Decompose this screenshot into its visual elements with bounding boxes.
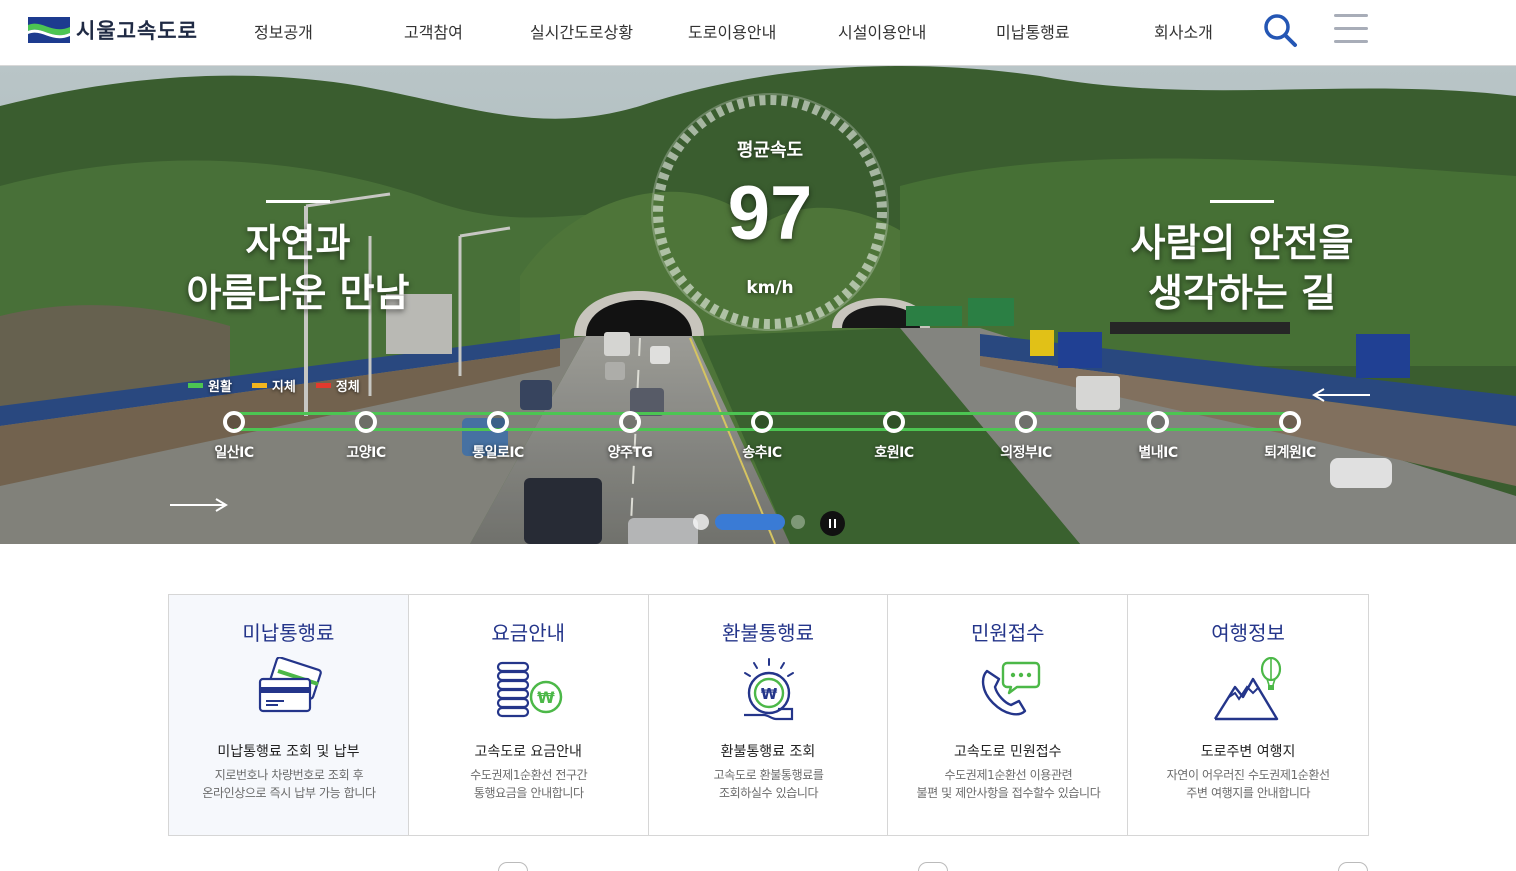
station-marker-songchu[interactable] <box>751 411 773 433</box>
nav-item-facility-guide[interactable]: 시설이용안내 <box>838 19 926 43</box>
nav-item-unpaid-toll[interactable]: 미납통행료 <box>996 19 1070 43</box>
quick-card-description: 지로번호나 차량번호로 조회 후 온라인상으로 즉시 납부 가능 합니다 <box>202 768 376 800</box>
station-marker-yangju[interactable] <box>619 411 641 433</box>
station-marker-howon[interactable] <box>883 411 905 433</box>
station-marker-goyang[interactable] <box>355 411 377 433</box>
svg-text:₩: ₩ <box>760 685 777 703</box>
pause-icon <box>829 519 831 528</box>
slide-pause-button[interactable] <box>820 511 845 536</box>
phone-chat-icon <box>982 661 1041 716</box>
left-slogan-line-2: 아름다운 만남 <box>186 271 410 315</box>
station-label[interactable]: 의정부IC <box>966 442 1086 462</box>
quick-card-refund-toll[interactable]: 환불통행료 ₩ 환불통행료 조회 고속도로 환불통행료를 조회하실수 있습니다 <box>648 595 889 835</box>
slide-dot-active[interactable] <box>715 514 785 530</box>
direction-arrow-left-icon <box>1312 388 1370 402</box>
station-label[interactable]: 별내IC <box>1098 442 1218 462</box>
quick-card-title: 요금안내 <box>491 621 565 645</box>
left-slogan: 자연과 아름다운 만남 <box>150 218 446 318</box>
quick-card-title: 미납통행료 <box>242 621 335 645</box>
credit-card-icon <box>258 657 322 713</box>
right-slogan-line-2: 생각하는 길 <box>1147 271 1337 315</box>
average-speed-value: 97 <box>727 171 813 256</box>
station-label[interactable]: 통일로IC <box>438 442 558 462</box>
station-label[interactable]: 일산IC <box>174 442 294 462</box>
legend-item-congested: 정체 <box>315 376 360 395</box>
quick-card-travel-info[interactable]: 여행정보 도로주변 여행지 자연이 어우러진 수도권제1순환선 주변 여행지를 … <box>1128 595 1368 835</box>
mountain-balloon-icon <box>1214 657 1282 721</box>
nav-item-customer[interactable]: 고객참여 <box>404 19 463 43</box>
nav-item-about[interactable]: 회사소개 <box>1154 19 1213 43</box>
station-marker-uijeongbu[interactable] <box>1015 411 1037 433</box>
left-slogan-line-1: 자연과 <box>245 221 351 265</box>
quick-card-title: 여행정보 <box>1211 621 1285 645</box>
site-logo[interactable]: 시울고속도로 <box>28 16 198 44</box>
station-marker-byeollae[interactable] <box>1147 411 1169 433</box>
quick-card-subtitle: 도로주변 여행지 <box>1200 744 1296 760</box>
nav-item-realtime-road[interactable]: 실시간도로상황 <box>530 19 633 43</box>
section-peek-circle <box>498 862 528 871</box>
slogan-divider <box>266 200 330 203</box>
nav-item-info-disclosure[interactable]: 정보공개 <box>254 19 313 43</box>
hero-banner: 자연과 아름다운 만남 사람의 안전을 생각하는 길 평균속도 97 km/h … <box>0 66 1516 544</box>
quick-card-description: 수도권제1순환선 이용관련 불편 및 제안사항을 접수할수 있습니다 <box>916 768 1101 800</box>
coin-stack-won-icon: ₩ <box>496 661 563 718</box>
quick-card-subtitle: 고속도로 민원접수 <box>954 744 1062 760</box>
quick-card-description: 자연이 어우러진 수도권제1순환선 주변 여행지를 안내합니다 <box>1166 768 1330 800</box>
slogan-divider <box>1210 200 1274 203</box>
quick-card-description: 수도권제1순환선 전구간 통행요금을 안내합니다 <box>470 768 588 800</box>
hamburger-menu-icon[interactable] <box>1334 14 1370 46</box>
legend-item-slow: 지체 <box>251 376 296 395</box>
search-icon[interactable] <box>1262 12 1298 48</box>
section-peek-circle <box>918 862 948 871</box>
traffic-legend: 원활 지체 정체 <box>188 376 360 395</box>
speed-unit: km/h <box>746 278 794 298</box>
station-marker-tongillo[interactable] <box>487 411 509 433</box>
quick-card-description: 고속도로 환불통행료를 조회하실수 있습니다 <box>713 768 824 800</box>
quick-card-subtitle: 고속도로 요금안내 <box>474 744 582 760</box>
legend-item-smooth: 원활 <box>188 376 232 395</box>
slide-dot-3[interactable] <box>791 515 805 529</box>
quick-menu: 미납통행료 미납통행료 조회 및 납부 지로번호나 차량번호로 조회 후 온라인… <box>168 594 1369 836</box>
station-label[interactable]: 호원IC <box>834 442 954 462</box>
station-label[interactable]: 송추IC <box>702 442 822 462</box>
legend-swatch <box>315 383 331 388</box>
station-marker-toegyewon[interactable] <box>1279 411 1301 433</box>
station-label[interactable]: 퇴계원IC <box>1230 442 1350 462</box>
brand-name: 시울고속도로 <box>76 19 198 43</box>
station-marker-ilsan[interactable] <box>223 411 245 433</box>
logo-mark-icon <box>28 17 70 43</box>
right-slogan: 사람의 안전을 생각하는 길 <box>1090 218 1394 318</box>
right-slogan-line-1: 사람의 안전을 <box>1130 221 1354 265</box>
quick-card-toll-guide[interactable]: 요금안내 ₩ 고속도로 요금안내 수도권제1순환선 전구간 통행요금을 안내합니… <box>408 595 649 835</box>
won-coin-refund-icon: ₩ <box>743 658 794 721</box>
legend-swatch <box>188 383 203 388</box>
quick-card-unpaid-toll[interactable]: 미납통행료 미납통행료 조회 및 납부 지로번호나 차량번호로 조회 후 온라인… <box>169 595 409 835</box>
site-header: 시울고속도로 정보공개 고객참여 실시간도로상황 도로이용안내 시설이용안내 미… <box>0 0 1516 66</box>
station-label[interactable]: 고양IC <box>306 442 426 462</box>
legend-swatch <box>251 383 267 388</box>
section-peek-circle <box>1338 862 1368 871</box>
quick-card-title: 환불통행료 <box>721 621 814 645</box>
quick-card-civil-complaint[interactable]: 민원접수 고속도로 민원접수 수도권제1순환선 이용관련 불편 및 제안사항을 … <box>888 595 1129 835</box>
slide-pager <box>693 514 805 530</box>
station-label[interactable]: 양주TG <box>570 442 690 462</box>
quick-card-subtitle: 미납통행료 조회 및 납부 <box>217 744 360 760</box>
nav-item-road-guide[interactable]: 도로이용안내 <box>688 19 776 43</box>
quick-card-title: 민원접수 <box>970 621 1045 645</box>
direction-arrow-right-icon <box>170 498 228 512</box>
slide-dot-1[interactable] <box>693 514 709 530</box>
gauge-title: 평균속도 <box>736 140 804 161</box>
quick-card-subtitle: 환불통행료 조회 <box>720 744 816 760</box>
svg-text:₩: ₩ <box>537 688 555 707</box>
